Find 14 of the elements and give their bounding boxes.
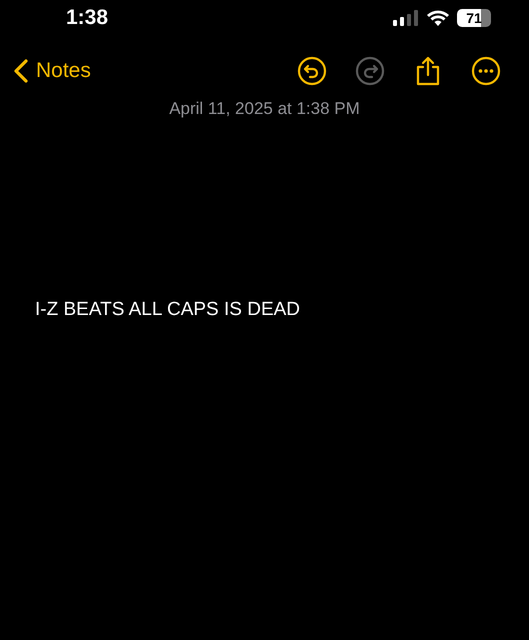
back-button[interactable]: Notes	[14, 59, 91, 83]
clock-time: 1:38	[66, 6, 108, 30]
battery-level: 71	[457, 8, 491, 26]
undo-icon	[297, 56, 327, 86]
note-date: April 11, 2025 at 1:38 PM	[169, 99, 360, 119]
signal-icon	[393, 10, 419, 26]
more-button[interactable]	[471, 56, 501, 86]
undo-button[interactable]	[297, 56, 327, 86]
wifi-icon	[427, 10, 449, 26]
chevron-left-icon	[14, 59, 28, 83]
note-text: I-Z BEATS ALL CAPS IS DEAD	[35, 299, 302, 321]
share-icon	[415, 56, 441, 86]
redo-icon	[355, 56, 385, 86]
more-icon	[471, 56, 501, 86]
